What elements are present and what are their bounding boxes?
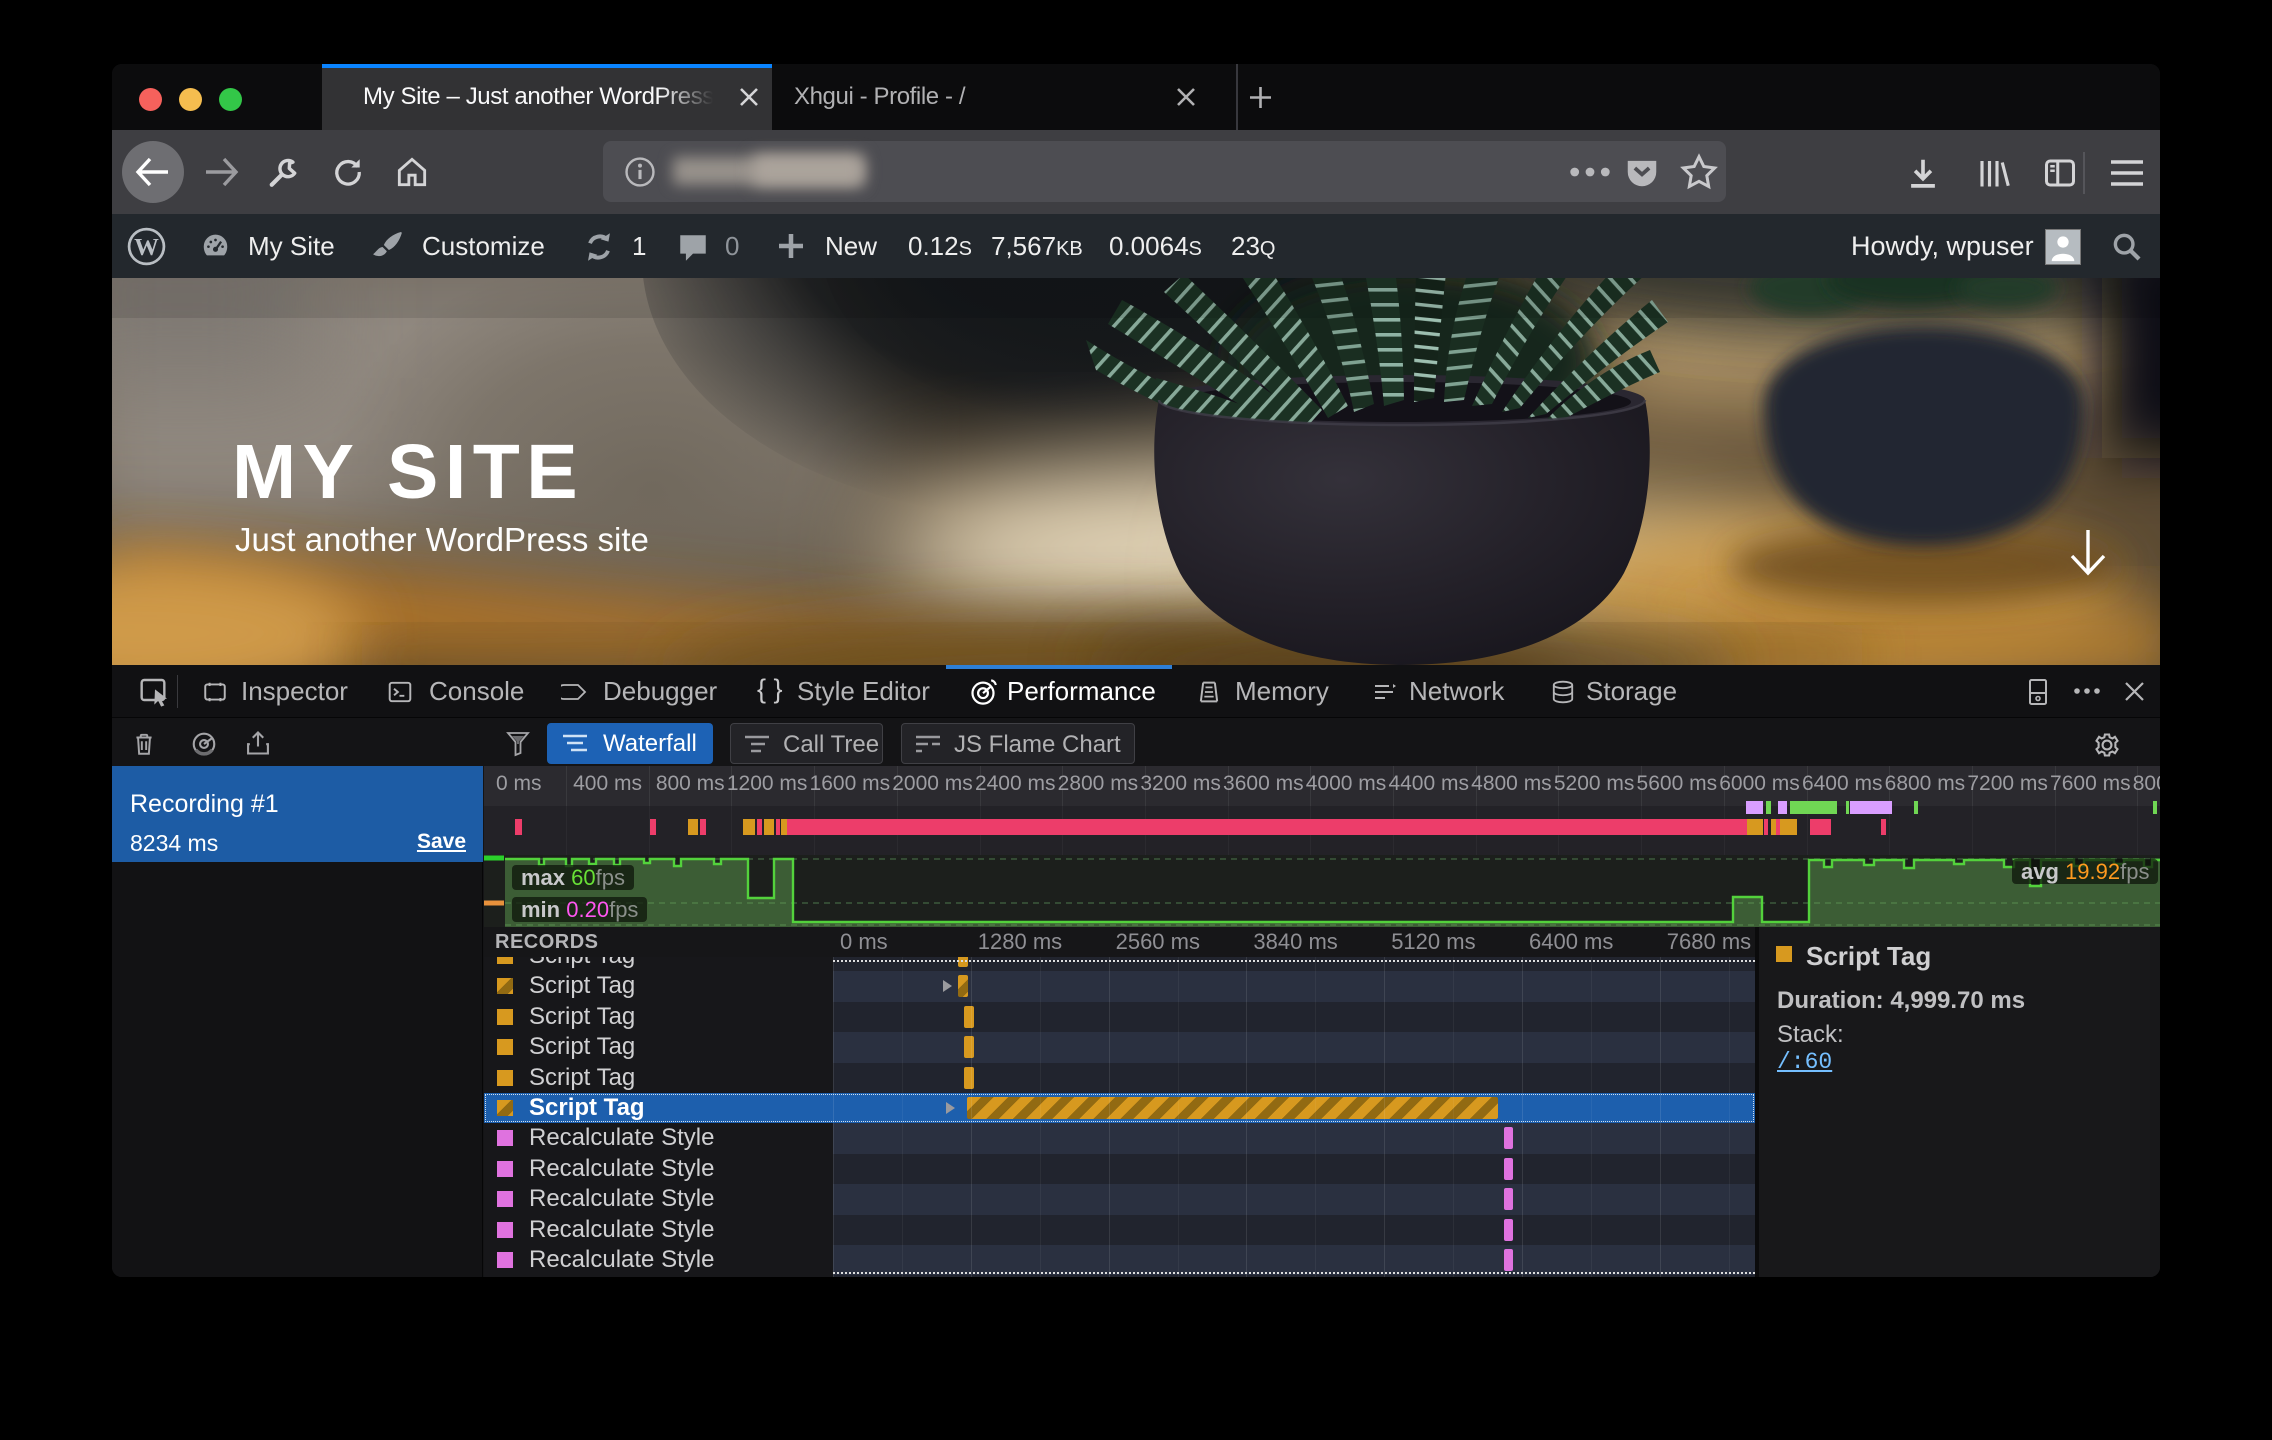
svg-text:W: W: [134, 234, 159, 261]
